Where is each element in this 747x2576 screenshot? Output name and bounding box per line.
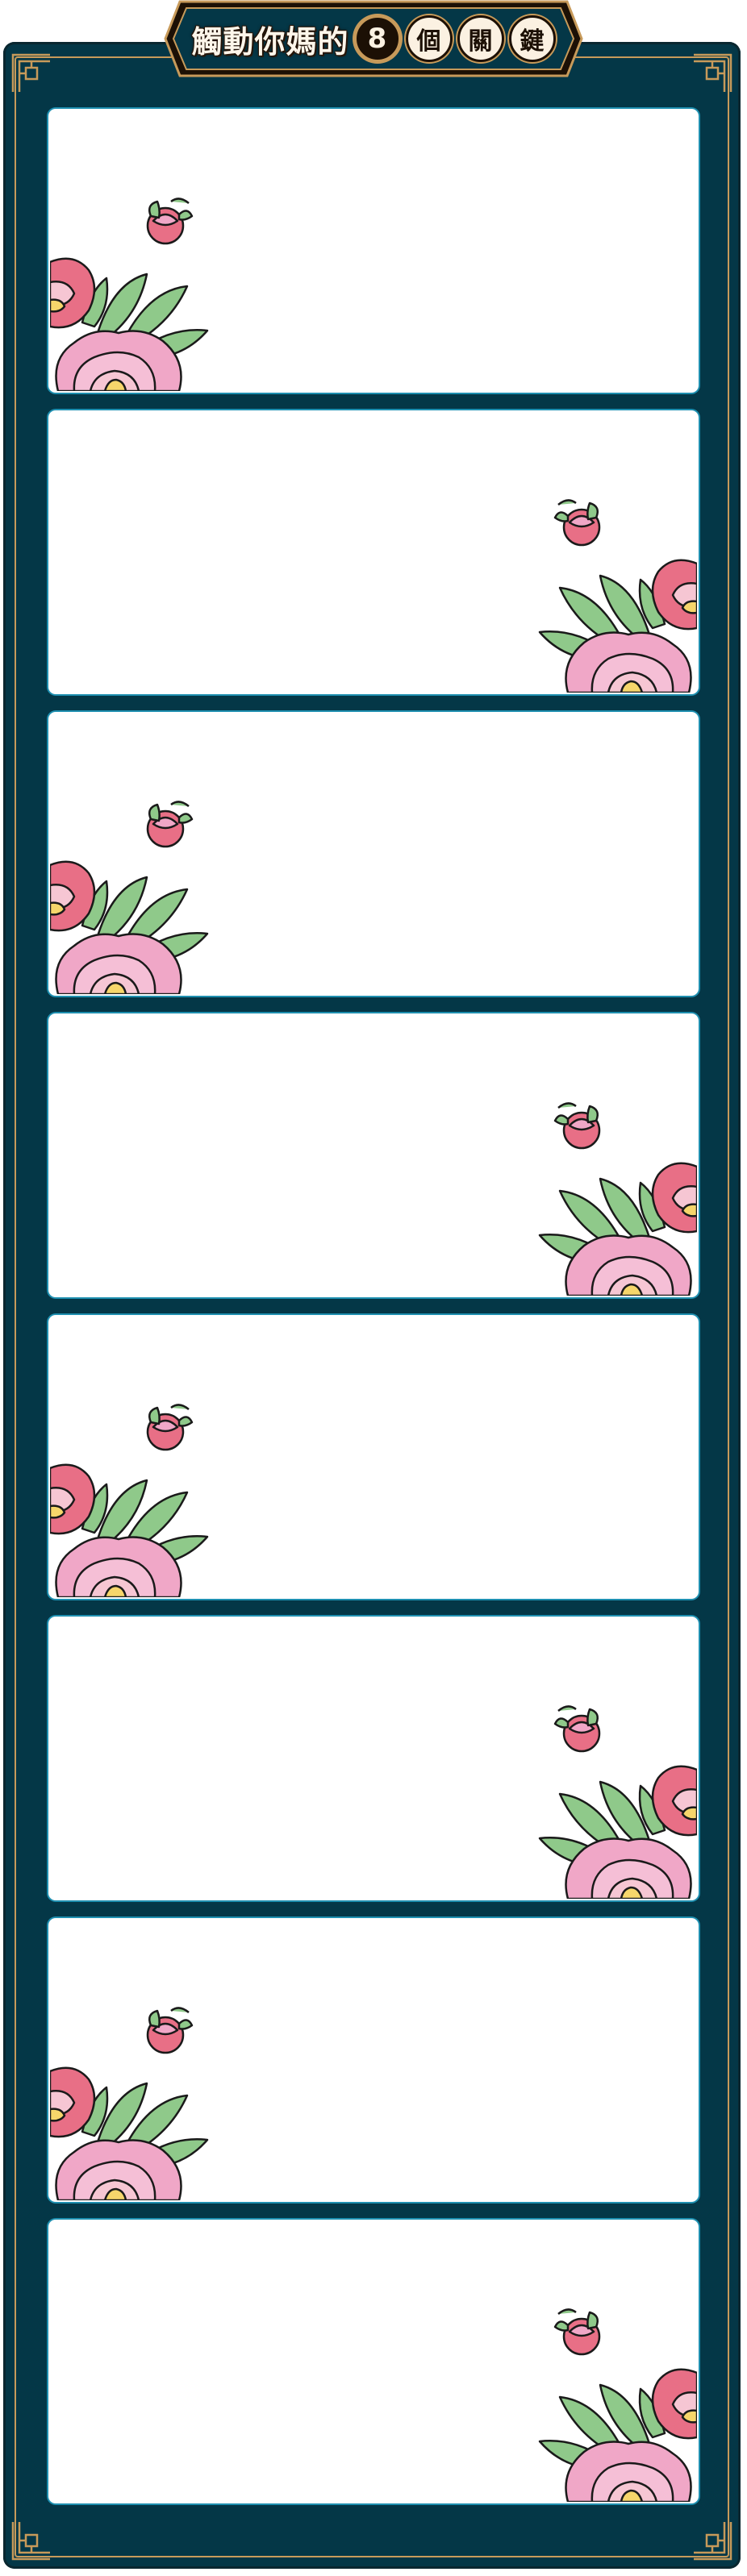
peony-flower-icon xyxy=(538,1102,697,1296)
peony-flower-icon xyxy=(50,801,209,994)
title-row: 觸動你媽的 8 個 關 鍵 xyxy=(164,11,583,66)
title-banner: 觸動你媽的 8 個 關 鍵 xyxy=(164,0,583,79)
peony-flower-icon xyxy=(538,1705,697,1899)
peony-flower-icon xyxy=(50,198,209,391)
title-number-badge: 8 xyxy=(353,15,401,62)
peony-flower-icon xyxy=(538,2308,697,2502)
corner-ornament-icon xyxy=(694,2522,732,2561)
corner-ornament-icon xyxy=(11,2522,50,2561)
title-prefix: 觸動你媽的 xyxy=(191,23,349,60)
peony-flower-icon xyxy=(50,2007,209,2200)
title-char-badge: 鍵 xyxy=(508,15,556,62)
peony-flower-icon xyxy=(538,499,697,693)
corner-ornament-icon xyxy=(694,53,732,92)
corner-ornament-icon xyxy=(11,53,50,92)
title-char-badge: 個 xyxy=(405,15,453,62)
title-char-badge: 關 xyxy=(457,15,504,62)
peony-flower-icon xyxy=(50,1404,209,1597)
